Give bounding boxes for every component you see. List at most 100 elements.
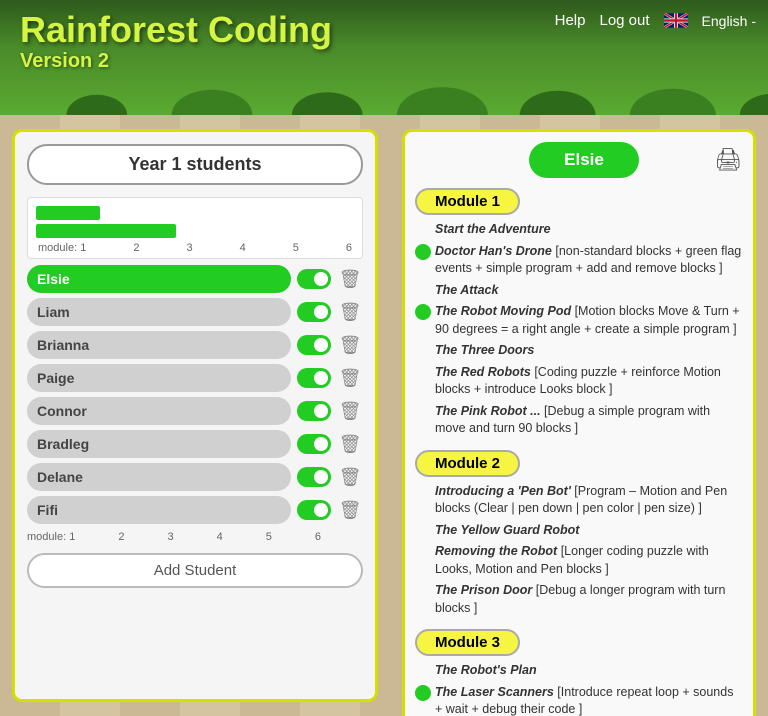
lesson-row: Introducing a 'Pen Bot' [Program – Motio… <box>415 483 743 518</box>
main-content: Year 1 students module: 1 2 3 4 5 6 <box>0 115 768 716</box>
toggle-elsie[interactable] <box>297 269 331 289</box>
toggle-fifi[interactable] <box>297 500 331 520</box>
lesson-title: The Laser Scanners <box>435 685 554 699</box>
lesson-row: The Robot Moving Pod [Motion blocks Move… <box>415 303 743 338</box>
lesson-title: The Robot Moving Pod <box>435 304 571 318</box>
chart-bar-1 <box>36 206 100 220</box>
module-3-section: Module 3 The Robot's Plan The Laser Scan… <box>415 629 743 716</box>
bottom-axis-1: module: 1 <box>27 531 75 543</box>
axis-label-5: 5 <box>293 242 299 254</box>
delete-delane[interactable]: 🗑 <box>337 464 363 490</box>
lesson-title: The Three Doors <box>435 343 534 357</box>
student-row: Elsie 🗑 <box>27 265 363 293</box>
toggle-liam[interactable] <box>297 302 331 322</box>
student-name-fifi[interactable]: Fifi <box>27 496 291 524</box>
chart-bar-row-2 <box>36 224 354 238</box>
lesson-title: Doctor Han's Drone <box>435 244 552 258</box>
logout-link[interactable]: Log out <box>599 12 649 29</box>
module-2-section: Module 2 Introducing a 'Pen Bot' [Progra… <box>415 450 743 618</box>
bottom-axis-6: 6 <box>315 531 321 543</box>
lesson-status-icon <box>415 221 431 237</box>
delete-fifi[interactable]: 🗑 <box>337 497 363 523</box>
lesson-status-icon <box>415 522 431 538</box>
lesson-row: The Red Robots [Coding puzzle + reinforc… <box>415 364 743 399</box>
toggle-delane[interactable] <box>297 467 331 487</box>
student-name-bradleg[interactable]: Bradleg <box>27 430 291 458</box>
axis-label-3: 3 <box>186 242 192 254</box>
module-1-section: Module 1 Start the Adventure Doctor Han'… <box>415 188 743 438</box>
help-link[interactable]: Help <box>555 12 586 29</box>
lesson-title: The Red Robots <box>435 365 531 379</box>
app-title: Rainforest Coding <box>20 10 332 50</box>
app-subtitle: Version 2 <box>20 50 332 73</box>
student-name-connor[interactable]: Connor <box>27 397 291 425</box>
module-1-header: Module 1 <box>415 188 520 215</box>
student-list: Elsie 🗑 Liam 🗑 Brianna 🗑 <box>27 265 363 524</box>
delete-connor[interactable]: 🗑 <box>337 398 363 424</box>
flag-icon <box>664 13 688 28</box>
lesson-title: The Attack <box>435 283 498 297</box>
student-name-paige[interactable]: Paige <box>27 364 291 392</box>
lesson-title: The Yellow Guard Robot <box>435 523 579 537</box>
toggle-connor[interactable] <box>297 401 331 421</box>
student-row: Liam 🗑 <box>27 298 363 326</box>
student-row: Paige 🗑 <box>27 364 363 392</box>
bottom-axis-4: 4 <box>217 531 223 543</box>
delete-liam[interactable]: 🗑 <box>337 299 363 325</box>
right-panel: Elsie 🖨 Module 1 Start the Adventure Doc… <box>390 115 768 716</box>
progress-chart: module: 1 2 3 4 5 6 <box>27 197 363 259</box>
student-row: Bradleg 🗑 <box>27 430 363 458</box>
lesson-status-icon <box>415 662 431 678</box>
lesson-complete-icon <box>415 304 431 320</box>
lesson-row: The Prison Door [Debug a longer program … <box>415 582 743 617</box>
left-panel: Year 1 students module: 1 2 3 4 5 6 <box>0 115 390 716</box>
delete-brianna[interactable]: 🗑 <box>337 332 363 358</box>
lesson-title: Removing the Robot <box>435 544 557 558</box>
student-row: Connor 🗑 <box>27 397 363 425</box>
delete-elsie[interactable]: 🗑 <box>337 266 363 292</box>
module-2-header: Module 2 <box>415 450 520 477</box>
lesson-row: Removing the Robot [Longer coding puzzle… <box>415 543 743 578</box>
lesson-complete-icon <box>415 244 431 260</box>
student-name-liam[interactable]: Liam <box>27 298 291 326</box>
lesson-status-icon <box>415 342 431 358</box>
lesson-status-icon <box>415 543 431 559</box>
lesson-title: Start the Adventure <box>435 222 551 236</box>
toggle-bradleg[interactable] <box>297 434 331 454</box>
selected-student-button[interactable]: Elsie <box>529 142 639 178</box>
year-students-label: Year 1 students <box>27 144 363 185</box>
student-name-delane[interactable]: Delane <box>27 463 291 491</box>
lesson-title: The Prison Door <box>435 583 532 597</box>
lesson-row: The Laser Scanners [Introduce repeat loo… <box>415 684 743 716</box>
student-row: Brianna 🗑 <box>27 331 363 359</box>
selected-student-row: Elsie 🖨 <box>415 142 743 178</box>
student-row: Delane 🗑 <box>27 463 363 491</box>
toggle-paige[interactable] <box>297 368 331 388</box>
lesson-status-icon <box>415 582 431 598</box>
axis-label-4: 4 <box>240 242 246 254</box>
lesson-row: The Attack <box>415 282 743 300</box>
language-selector[interactable]: English - <box>702 13 756 29</box>
axis-label-6: 6 <box>346 242 352 254</box>
add-student-button[interactable]: Add Student <box>27 553 363 588</box>
axis-label-2: 2 <box>133 242 139 254</box>
bottom-axis-3: 3 <box>167 531 173 543</box>
print-icon[interactable]: 🖨 <box>713 145 743 175</box>
left-inner: Year 1 students module: 1 2 3 4 5 6 <box>12 129 378 702</box>
header-nav: Help Log out English - <box>555 12 756 29</box>
delete-bradleg[interactable]: 🗑 <box>337 431 363 457</box>
student-name-brianna[interactable]: Brianna <box>27 331 291 359</box>
lesson-status-icon <box>415 483 431 499</box>
lesson-title: The Robot's Plan <box>435 663 537 677</box>
lesson-row: Start the Adventure <box>415 221 743 239</box>
bottom-axis-5: 5 <box>266 531 272 543</box>
header-tree-decoration <box>20 75 768 115</box>
lesson-complete-icon <box>415 685 431 701</box>
student-name-elsie[interactable]: Elsie <box>27 265 291 293</box>
toggle-brianna[interactable] <box>297 335 331 355</box>
bottom-axis-2: 2 <box>118 531 124 543</box>
lesson-row: The Pink Robot ... [Debug a simple progr… <box>415 403 743 438</box>
right-inner: Elsie 🖨 Module 1 Start the Adventure Doc… <box>402 129 756 716</box>
delete-paige[interactable]: 🗑 <box>337 365 363 391</box>
chart-bar-2 <box>36 224 176 238</box>
